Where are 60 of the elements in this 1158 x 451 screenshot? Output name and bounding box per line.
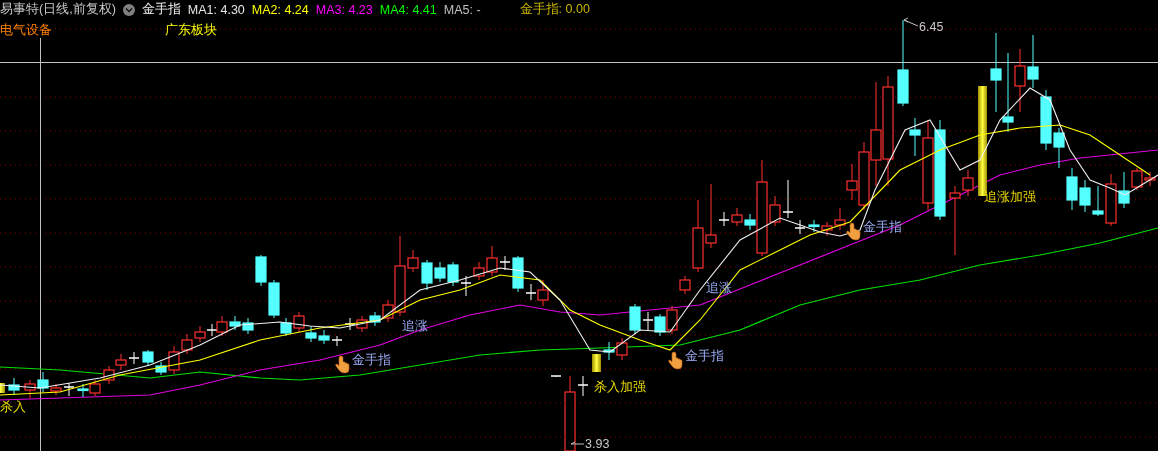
sector-label: 电气设备 xyxy=(0,20,52,39)
candlestick xyxy=(318,329,330,345)
candlestick xyxy=(255,254,267,287)
ma-reading: MA5: - xyxy=(443,2,481,17)
ma-reading: MA3: 4.23 xyxy=(315,2,373,17)
ma-reading: MA1: 4.30 xyxy=(187,2,245,17)
ma-reading: MA2: 4.24 xyxy=(251,2,309,17)
candlestick xyxy=(181,333,193,355)
candlestick xyxy=(447,261,459,287)
candlestick xyxy=(808,219,820,233)
sector-label: 广东板块 xyxy=(165,20,217,39)
signal-label: 金手指 xyxy=(352,352,391,367)
signal-label: 追涨 xyxy=(402,318,428,333)
high-price-label: 6.45 xyxy=(919,20,944,34)
hand-pointer-icon xyxy=(335,355,350,374)
signal-label: 杀入加强 xyxy=(594,379,646,394)
candlestick xyxy=(24,379,36,399)
candlestick xyxy=(229,315,241,331)
stock-title: 易事特(日线,前复权) xyxy=(0,1,116,18)
candlestick xyxy=(305,325,317,343)
signal-bar xyxy=(592,354,601,372)
candlestick xyxy=(550,375,562,378)
hand-pointer-icon xyxy=(668,351,683,370)
candlestick xyxy=(654,313,666,337)
candlestick xyxy=(344,317,356,331)
candlestick xyxy=(1079,179,1091,213)
candlestick xyxy=(331,335,343,347)
hand-pointer-icon xyxy=(846,222,861,241)
candlestick xyxy=(666,305,678,335)
candlestick xyxy=(460,275,472,297)
candlestick xyxy=(356,315,368,333)
candlestick xyxy=(603,341,615,361)
signal-bar xyxy=(0,383,5,393)
candlestick xyxy=(89,379,101,397)
candlestick xyxy=(194,325,206,343)
price-marker-arrow xyxy=(903,17,919,27)
candlestick xyxy=(103,365,115,385)
signal-label: 金手指 xyxy=(685,348,724,363)
candlestick xyxy=(679,275,691,295)
candlestick xyxy=(616,337,628,361)
low-price-label: 3.93 xyxy=(585,437,610,451)
indicator-reading: 金手指: 0.00 xyxy=(519,1,590,18)
ma-reading: MA4: 4.41 xyxy=(379,2,437,17)
indicator-name: 金手指 xyxy=(141,1,181,18)
candlestick xyxy=(115,353,127,371)
candlestick xyxy=(1066,167,1078,211)
candlestick xyxy=(128,351,140,365)
chevron-circle-icon[interactable] xyxy=(122,3,135,16)
candlestick xyxy=(77,383,89,398)
signal-label: 追涨加强 xyxy=(984,189,1036,204)
candlestick xyxy=(242,317,254,335)
signal-label: 杀入 xyxy=(0,399,26,414)
candlestick xyxy=(142,349,154,367)
candlestick xyxy=(1014,48,1026,113)
candlestick xyxy=(1027,34,1039,89)
candlestick xyxy=(8,377,20,396)
candlestick xyxy=(63,382,75,397)
price-marker-arrow xyxy=(570,441,585,445)
candlestick xyxy=(731,207,743,227)
candlestick xyxy=(293,311,305,333)
